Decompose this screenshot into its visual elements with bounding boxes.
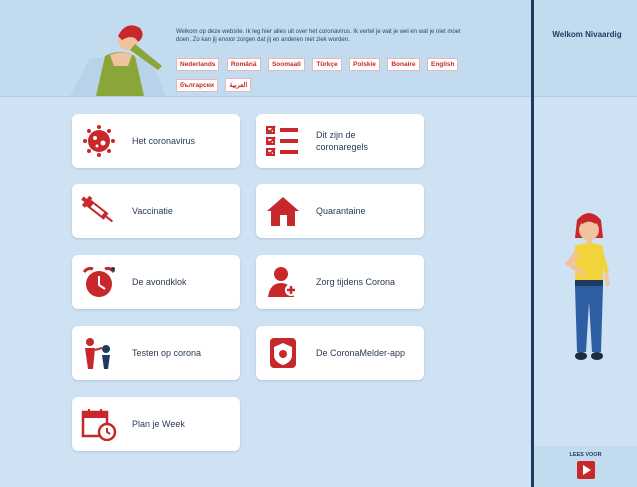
syringe-icon	[81, 195, 114, 223]
card-quarantaine[interactable]: Quarantaine	[256, 184, 424, 238]
alarm-clock-icon	[82, 266, 116, 297]
language-link-romana[interactable]: Română	[226, 58, 261, 71]
guide-woman-illustration	[565, 213, 610, 360]
language-link-polskie[interactable]: Polskie	[349, 58, 380, 71]
language-list: Nederlands Română Soomaali Türkçe Polski…	[176, 53, 476, 95]
language-link-turkce[interactable]: Türkçe	[312, 58, 342, 71]
checklist-icon	[266, 125, 298, 156]
card-de-avondklok[interactable]: De avondklok	[72, 255, 240, 309]
card-label: Vaccinatie	[132, 206, 173, 216]
language-link-bonaire[interactable]: Bonaire	[387, 58, 420, 71]
sneezing-woman-illustration	[70, 25, 166, 96]
play-button[interactable]	[577, 461, 595, 479]
virus-icon	[83, 125, 115, 157]
language-link-arabic[interactable]: العربية	[225, 78, 252, 92]
right-panel: Welkom Nivaardig	[534, 0, 637, 487]
language-link-soomaali[interactable]: Soomaali	[267, 58, 305, 71]
card-label: Dit zijn de coronaregels	[316, 130, 369, 152]
card-label: De CoronaMelder-app	[316, 348, 406, 358]
card-label: Plan je Week	[132, 419, 185, 429]
card-zorg-tijdens-corona[interactable]: Zorg tijdens Corona	[256, 255, 424, 309]
intro-text: Welkom op deze website. Ik leg hier alle…	[176, 29, 461, 43]
card-label: Zorg tijdens Corona	[316, 277, 396, 287]
coronamelder-app-icon	[270, 338, 296, 368]
read-aloud-area: LEES VOOR	[534, 446, 637, 487]
card-het-coronavirus[interactable]: Het coronavirus	[72, 114, 240, 168]
card-coronaregels[interactable]: Dit zijn de coronaregels	[256, 114, 424, 168]
language-link-bulgarian[interactable]: български	[176, 79, 218, 92]
welcome-title: Welkom Nivaardig	[552, 30, 622, 39]
card-plan-je-week[interactable]: Plan je Week	[72, 397, 240, 451]
card-label: De avondklok	[132, 277, 187, 287]
house-icon	[267, 197, 299, 226]
card-label: Testen op corona	[132, 348, 202, 358]
language-link-nederlands[interactable]: Nederlands	[176, 58, 220, 71]
calendar-clock-icon	[81, 409, 117, 441]
card-label: Quarantaine	[316, 206, 366, 216]
card-testen-op-corona[interactable]: Testen op corona	[72, 326, 240, 380]
person-medical-icon	[268, 267, 297, 297]
testing-person-icon	[85, 338, 110, 369]
card-vaccinatie[interactable]: Vaccinatie	[72, 184, 240, 238]
read-aloud-label: LEES VOOR	[569, 452, 602, 458]
right-header: Welkom Nivaardig	[534, 0, 637, 97]
header: Welkom op deze website. Ik leg hier alle…	[0, 0, 531, 97]
card-label: Het coronavirus	[132, 136, 196, 146]
language-link-english[interactable]: English	[426, 58, 459, 71]
card-coronamelder-app[interactable]: De CoronaMelder-app	[256, 326, 424, 380]
